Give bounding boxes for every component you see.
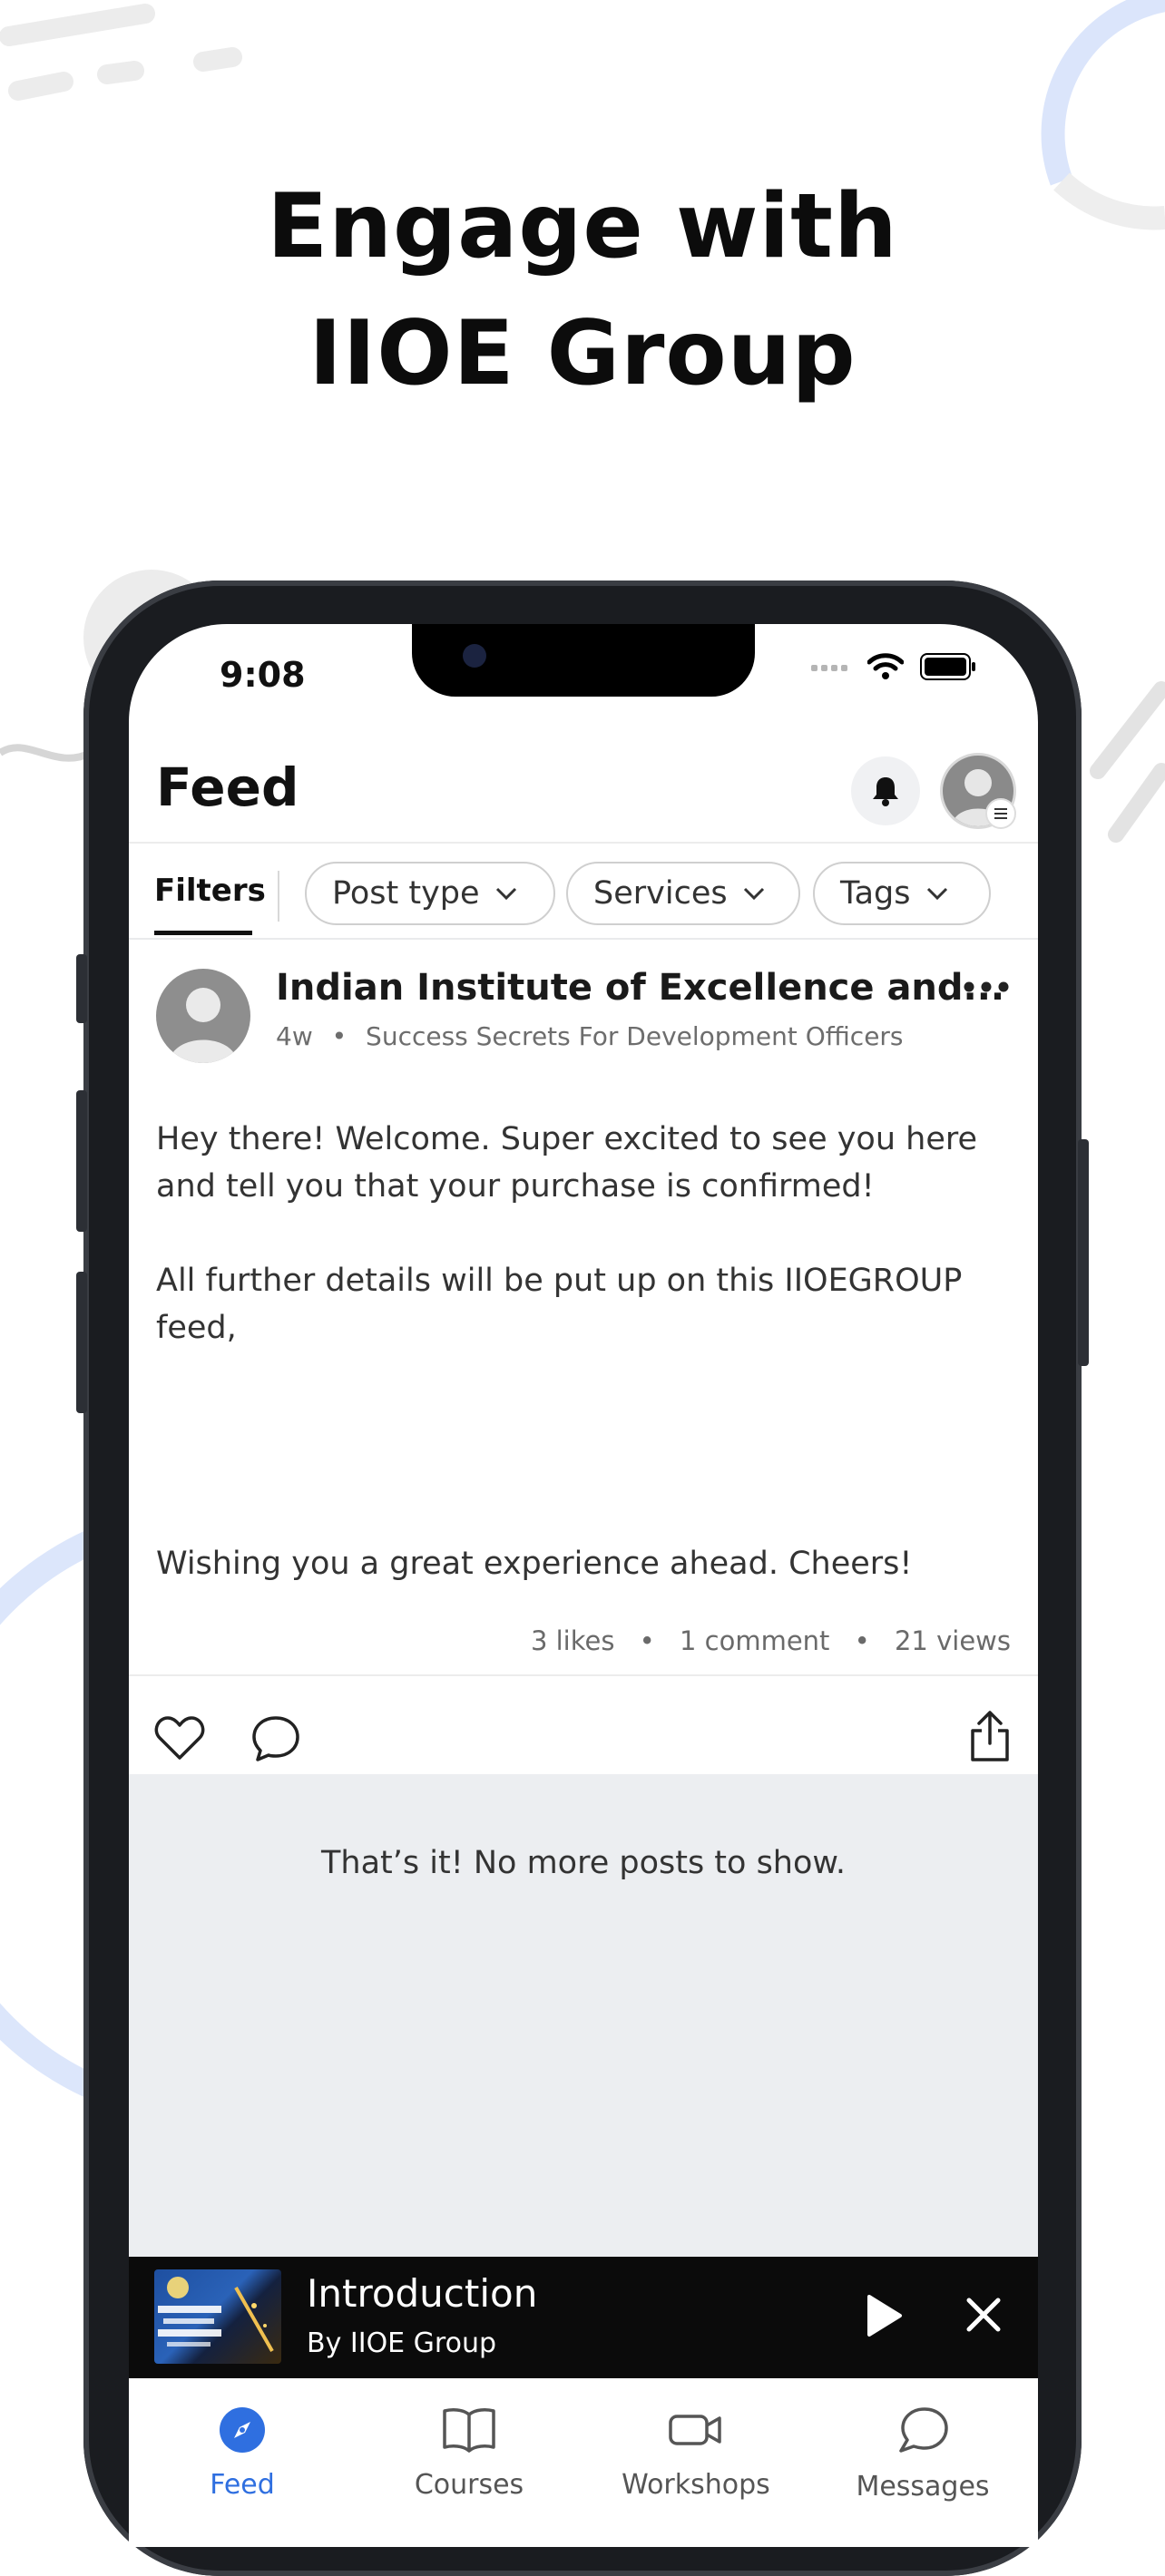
meta-separator: • bbox=[331, 1021, 348, 1051]
headline-line-2: IIOE Group bbox=[308, 302, 857, 405]
menu-badge[interactable] bbox=[985, 798, 1016, 829]
status-time: 9:08 bbox=[220, 655, 306, 695]
video-camera-icon bbox=[669, 2415, 721, 2445]
headline-line-1: Engage with bbox=[267, 175, 898, 278]
tab-label: Courses bbox=[414, 2469, 524, 2501]
post-options-button[interactable] bbox=[964, 980, 1009, 997]
comments-count[interactable]: 1 comment bbox=[680, 1625, 829, 1656]
phone-side-button bbox=[76, 954, 87, 1023]
tab-messages[interactable]: Messages bbox=[809, 2405, 1036, 2503]
bell-icon bbox=[873, 777, 898, 806]
promo-headline: Engage with IIOE Group bbox=[0, 163, 1165, 417]
chat-bubble-icon bbox=[899, 2407, 948, 2453]
bottom-tab-bar: Feed Courses Workshops Messages bbox=[129, 2378, 1038, 2547]
filter-divider bbox=[278, 871, 279, 922]
player-title: Introduction bbox=[307, 2271, 538, 2316]
views-count: 21 views bbox=[894, 1625, 1011, 1656]
notifications-button[interactable] bbox=[851, 756, 920, 825]
share-icon[interactable] bbox=[969, 1709, 1011, 1763]
phone-side-button bbox=[76, 1272, 87, 1413]
tags-filter-chip[interactable]: Tags bbox=[813, 862, 991, 925]
tab-feed[interactable]: Feed bbox=[129, 2405, 356, 2501]
mini-player[interactable]: Introduction By IIOE Group bbox=[129, 2257, 1038, 2386]
post-body: Hey there! Welcome. Super excited to see… bbox=[156, 1116, 1009, 1634]
post-type-filter-chip[interactable]: Post type bbox=[305, 862, 555, 925]
phone-side-button bbox=[76, 1090, 87, 1232]
chip-label: Tags bbox=[840, 875, 911, 912]
stat-separator: • bbox=[639, 1625, 655, 1656]
post-author-avatar[interactable] bbox=[156, 969, 250, 1063]
post-divider bbox=[129, 1674, 1038, 1676]
phone-notch bbox=[412, 624, 755, 697]
page-title: Feed bbox=[156, 756, 299, 818]
comment-icon[interactable] bbox=[250, 1714, 301, 1763]
phone-side-button bbox=[1078, 1139, 1089, 1366]
post-stats: 3 likes • 1 comment • 21 views bbox=[531, 1625, 1011, 1656]
post-paragraph: Wishing you a great experience ahead. Ch… bbox=[156, 1546, 913, 1582]
player-subtitle: By IIOE Group bbox=[307, 2327, 497, 2359]
decorative-stripes-right bbox=[1090, 681, 1165, 843]
chevron-down-icon bbox=[926, 887, 947, 901]
app-screen: 9:08 Feed Filters Post type Services Tag… bbox=[129, 624, 1038, 2547]
battery-icon bbox=[920, 653, 975, 680]
post-source[interactable]: Success Secrets For Development Officers bbox=[366, 1021, 903, 1051]
tab-workshops[interactable]: Workshops bbox=[582, 2405, 809, 2501]
status-icons bbox=[811, 653, 976, 680]
compass-icon bbox=[220, 2407, 265, 2453]
app-header: Feed bbox=[129, 724, 1038, 842]
post-paragraph: Hey there! Welcome. Super excited to see… bbox=[156, 1121, 978, 1205]
likes-count[interactable]: 3 likes bbox=[531, 1625, 615, 1656]
tab-label: Messages bbox=[856, 2471, 990, 2503]
services-filter-chip[interactable]: Services bbox=[566, 862, 800, 925]
post-meta: 4w • Success Secrets For Development Off… bbox=[276, 1021, 904, 1051]
feed-post: Indian Institute of Excellence and... 4w… bbox=[129, 940, 1038, 1774]
post-author-name[interactable]: Indian Institute of Excellence and... bbox=[276, 967, 1004, 1009]
feed-end-message: That’s it! No more posts to show. bbox=[321, 1845, 846, 1881]
stat-separator: • bbox=[854, 1625, 870, 1656]
heart-icon[interactable] bbox=[154, 1714, 205, 1761]
hamburger-icon bbox=[994, 808, 1007, 819]
filter-bar: Filters Post type Services Tags bbox=[129, 842, 1038, 942]
chip-label: Post type bbox=[332, 875, 480, 912]
more-horizontal-icon bbox=[964, 981, 1009, 992]
filters-tab[interactable]: Filters bbox=[154, 873, 266, 909]
tab-label: Workshops bbox=[622, 2469, 770, 2501]
chevron-down-icon bbox=[743, 887, 764, 901]
person-icon bbox=[169, 988, 238, 1063]
course-thumbnail bbox=[154, 2269, 281, 2364]
filters-tab-indicator bbox=[154, 931, 252, 935]
signal-icon bbox=[811, 665, 847, 671]
post-actions bbox=[129, 1694, 1038, 1776]
play-icon[interactable] bbox=[864, 2293, 904, 2338]
tab-courses[interactable]: Courses bbox=[356, 2405, 582, 2501]
close-icon[interactable] bbox=[964, 2295, 1003, 2335]
post-paragraph: All further details will be put up on th… bbox=[156, 1263, 963, 1346]
wifi-icon bbox=[867, 653, 904, 679]
front-camera bbox=[463, 644, 486, 668]
chevron-down-icon bbox=[495, 887, 516, 901]
book-icon bbox=[443, 2408, 495, 2453]
post-age: 4w bbox=[276, 1021, 313, 1051]
tab-label: Feed bbox=[210, 2469, 275, 2501]
thumbnail-art bbox=[158, 2277, 274, 2352]
chip-label: Services bbox=[593, 875, 728, 912]
decorative-dashes bbox=[0, 4, 242, 101]
